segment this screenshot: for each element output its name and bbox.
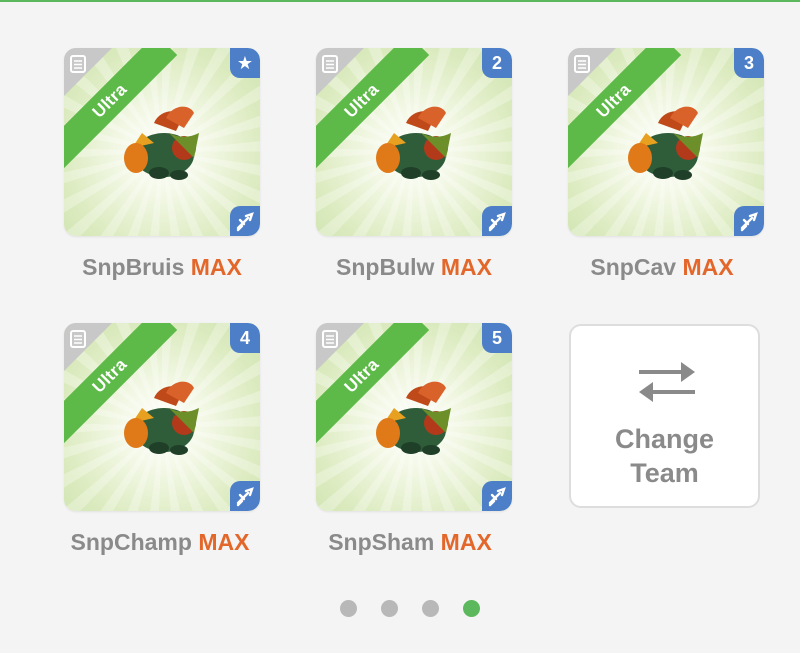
role-icon [734, 206, 764, 236]
page-indicator [0, 600, 800, 617]
page-dot[interactable] [422, 600, 439, 617]
level-max-label: MAX [440, 254, 492, 280]
monster-name: SnpSham MAX [328, 529, 492, 555]
notes-icon[interactable] [574, 55, 590, 73]
notes-icon[interactable] [70, 55, 86, 73]
monster-image [124, 106, 199, 180]
page-dot-active[interactable] [463, 600, 480, 617]
monster-image [124, 381, 199, 455]
slot-number-badge: 2 [482, 48, 512, 78]
change-team-label: Change Team [614, 424, 714, 488]
monster-name: SnpBulw MAX [336, 254, 492, 280]
role-icon [230, 481, 260, 511]
slot-number-badge: 4 [230, 323, 260, 353]
page-dot[interactable] [340, 600, 357, 617]
monster-card[interactable]: Ultra 5 [316, 323, 512, 511]
change-team-button[interactable]: Change Team [569, 324, 760, 508]
level-max-label: MAX [682, 254, 734, 280]
monster-name: SnpCav MAX [590, 254, 734, 280]
notes-icon[interactable] [70, 330, 86, 348]
monster-card[interactable]: Ultra 3 [568, 48, 764, 236]
level-max-label: MAX [198, 529, 250, 555]
role-icon [482, 206, 512, 236]
monster-image [376, 381, 451, 455]
role-icon [230, 206, 260, 236]
notes-icon[interactable] [322, 55, 338, 73]
leader-star-badge: ★ [230, 48, 260, 78]
monster-name: SnpChamp MAX [70, 529, 250, 555]
notes-icon[interactable] [322, 330, 338, 348]
level-max-label: MAX [440, 529, 492, 555]
monster-card[interactable]: Ultra 4 [64, 323, 260, 511]
swap-arrows-icon [639, 362, 695, 402]
monster-image [628, 106, 703, 180]
slot-number-badge: 3 [734, 48, 764, 78]
monster-card[interactable]: Ultra ★ [64, 48, 260, 236]
monster-image [376, 106, 451, 180]
level-max-label: MAX [190, 254, 242, 280]
slot-number-badge: 5 [482, 323, 512, 353]
monster-card[interactable]: Ultra 2 [316, 48, 512, 236]
page-dot[interactable] [381, 600, 398, 617]
top-accent-line [0, 0, 800, 2]
role-icon [482, 481, 512, 511]
monster-name: SnpBruis MAX [82, 254, 242, 280]
